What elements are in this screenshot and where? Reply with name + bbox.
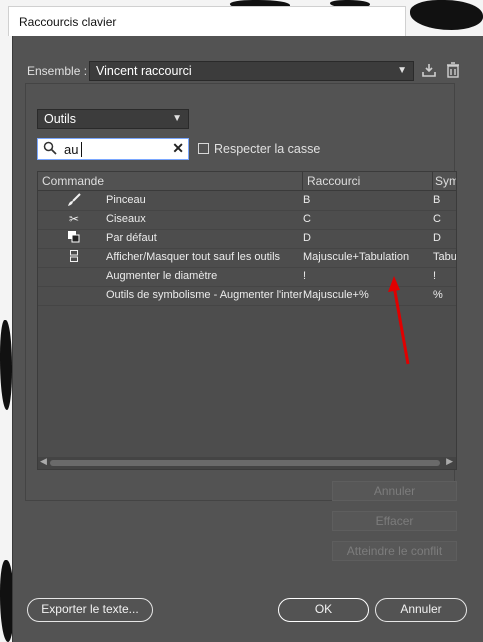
- goto-conflict-button[interactable]: Atteindre le conflit: [332, 541, 457, 561]
- ok-button[interactable]: OK: [278, 598, 369, 622]
- cancel-button[interactable]: Annuler: [375, 598, 467, 622]
- undo-button[interactable]: Annuler: [332, 481, 457, 501]
- export-text-button[interactable]: Exporter le texte...: [27, 598, 153, 622]
- clear-button[interactable]: Effacer: [332, 511, 457, 531]
